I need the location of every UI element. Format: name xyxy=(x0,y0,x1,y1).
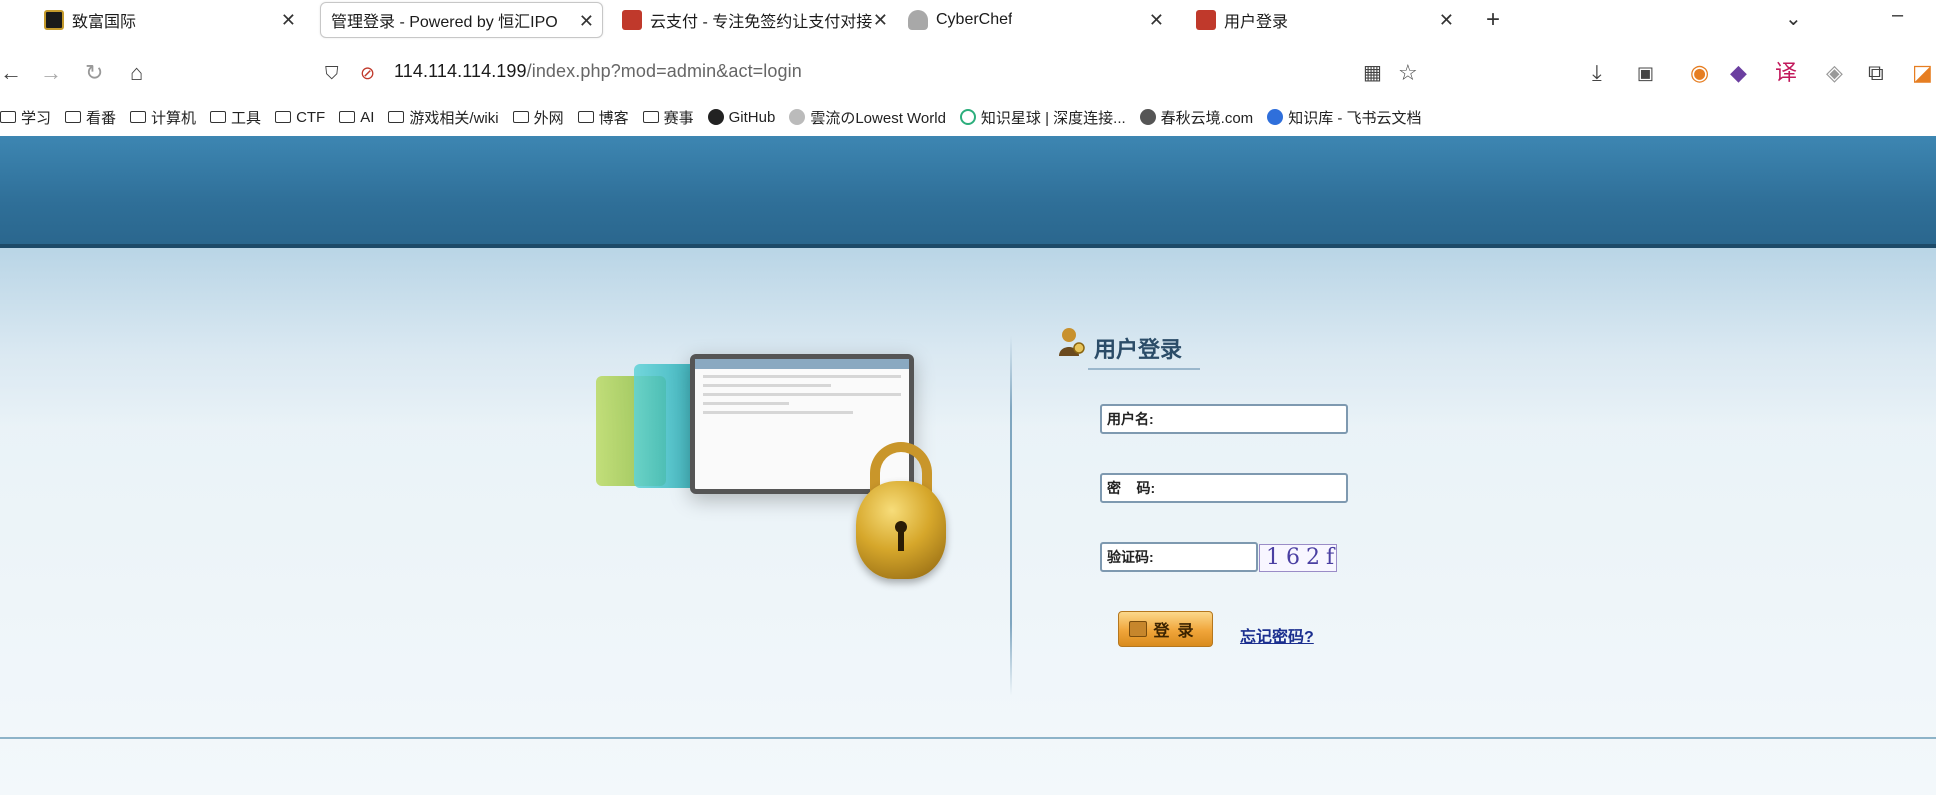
bookmark-anime[interactable]: 看番 xyxy=(65,107,116,128)
bookmarks-bar: 学习 看番 计算机 工具 CTF AI 游戏相关/wiki 外网 博客 赛事 G… xyxy=(0,104,1436,130)
close-icon[interactable]: ✕ xyxy=(281,10,296,31)
folder-icon xyxy=(210,111,227,123)
tab-title: 用户登录 xyxy=(1224,14,1289,31)
folder-icon xyxy=(339,111,356,123)
tab-user-login[interactable]: 用户登录 ✕ xyxy=(1186,2,1462,38)
bookmark-games[interactable]: 游戏相关/wiki xyxy=(388,107,499,128)
username-field[interactable]: 用户名: xyxy=(1100,404,1348,434)
tab-favicon xyxy=(622,10,642,30)
bookmark-foreign[interactable]: 外网 xyxy=(512,107,564,128)
address-bar[interactable]: 114.114.114.199/index.php?mod=admin&act=… xyxy=(394,61,802,82)
navigation-bar: ← → ↻ ⌂ ⛉ ⊘ ▦ ☆ ⤓ ▣ ◉ ◆ 译 ◈ ⧉ ◪ xyxy=(0,52,1936,96)
login-button-label: 登录 xyxy=(1153,623,1202,640)
feishu-icon xyxy=(1267,109,1284,125)
insecure-lock-icon[interactable]: ⊘ xyxy=(360,62,375,84)
url-path: /index.php?mod=admin&act=login xyxy=(526,61,802,81)
password-input[interactable] xyxy=(1155,475,1346,501)
back-icon[interactable]: ← xyxy=(0,62,22,84)
close-icon[interactable]: ✕ xyxy=(579,11,594,32)
tab-title: CyberChef xyxy=(936,11,1013,28)
folder-icon xyxy=(388,111,405,123)
vertical-divider xyxy=(1010,336,1012,696)
url-host: 114.114.114.199 xyxy=(394,61,527,81)
close-icon[interactable]: ✕ xyxy=(873,10,888,31)
bookmark-ctf[interactable]: CTF xyxy=(275,109,325,126)
bookmark-tools[interactable]: 工具 xyxy=(210,107,261,128)
bookmark-star-icon[interactable]: ☆ xyxy=(1398,62,1418,84)
bookmark-ai[interactable]: AI xyxy=(339,109,374,126)
tab-yunpay[interactable]: 云支付 - 专注免签约让支付对接 ✕ xyxy=(612,2,890,38)
new-tab-icon[interactable]: + xyxy=(1486,6,1500,34)
folder-icon xyxy=(512,111,529,123)
bookmark-feishu[interactable]: 知识库 - 飞书云文档 xyxy=(1267,107,1422,128)
tab-favicon xyxy=(908,10,928,30)
captcha-field[interactable]: 验证码: xyxy=(1100,542,1335,572)
login-page: 用户登录 用户名: 密 码: 验证码: 162f 登录 忘记密码? xyxy=(0,136,1936,795)
folder-icon xyxy=(130,111,147,123)
password-label: 密 码: xyxy=(1107,480,1156,496)
bookmark-blog[interactable]: 博客 xyxy=(577,107,629,128)
folder-icon xyxy=(275,111,292,123)
tab-title: 云支付 - 专注免签约让支付对接 xyxy=(650,14,873,31)
background-band xyxy=(0,248,1936,428)
home-icon[interactable]: ⌂ xyxy=(130,62,143,84)
reload-icon[interactable]: ↻ xyxy=(85,62,103,84)
tab-strip: 致富国际 ✕ 管理登录 - Powered by 恒汇IPO ✕ 云支付 - 专… xyxy=(0,0,1936,40)
bookmark-github[interactable]: GitHub xyxy=(707,109,775,126)
shield-icon[interactable]: ⛉ xyxy=(325,62,339,84)
zsxq-icon xyxy=(959,109,976,125)
translate-icon[interactable]: 译 xyxy=(1775,62,1797,84)
chevron-down-icon[interactable]: ⌄ xyxy=(1785,6,1802,31)
bookmark-zsxq[interactable]: 知识星球 | 深度连接... xyxy=(959,107,1126,128)
forgot-password-link[interactable]: 忘记密码? xyxy=(1240,623,1314,647)
folder-icon xyxy=(577,111,594,123)
download-icon[interactable]: ⤓ xyxy=(1592,62,1602,84)
qr-code-icon[interactable]: ▦ xyxy=(1363,62,1382,84)
bookmark-study[interactable]: 学习 xyxy=(0,107,51,128)
title-underline xyxy=(1088,368,1200,370)
header-banner xyxy=(0,136,1936,248)
tab-zhifu[interactable]: 致富国际 ✕ xyxy=(34,2,304,38)
bookmark-chunqiu[interactable]: 春秋云境.com xyxy=(1139,107,1253,128)
extension-icon[interactable]: ◉ xyxy=(1690,62,1709,84)
captcha-label: 验证码: xyxy=(1107,549,1154,565)
bookmark-computer[interactable]: 计算机 xyxy=(130,107,196,128)
extension-icon[interactable]: ▣ xyxy=(1637,62,1654,84)
user-key-icon xyxy=(1059,328,1085,356)
folder-icon xyxy=(0,111,16,123)
extension-icon[interactable]: ◆ xyxy=(1730,62,1747,84)
close-icon[interactable]: ✕ xyxy=(1149,10,1164,31)
username-label: 用户名: xyxy=(1107,411,1154,427)
extension-icon[interactable]: ◈ xyxy=(1826,62,1843,84)
tab-favicon xyxy=(44,10,64,30)
puzzle-icon[interactable]: ⧉ xyxy=(1868,62,1884,84)
login-title: 用户登录 xyxy=(1094,337,1183,362)
footer-divider xyxy=(0,737,1936,739)
bookmark-contests[interactable]: 赛事 xyxy=(642,107,694,128)
site-icon xyxy=(789,109,806,125)
bookmark-lowest-world[interactable]: 雲流のLowest World xyxy=(789,107,946,128)
forward-icon[interactable]: → xyxy=(40,62,62,84)
tab-cyberchef[interactable]: CyberChef ✕ xyxy=(898,2,1172,38)
password-field[interactable]: 密 码: xyxy=(1100,473,1348,503)
captcha-image[interactable]: 162f xyxy=(1259,544,1337,572)
lock-icon xyxy=(1129,621,1148,637)
close-icon[interactable]: ✕ xyxy=(1439,10,1454,31)
minimize-icon[interactable]: – xyxy=(1892,4,1903,27)
site-icon xyxy=(1139,109,1156,125)
folder-icon xyxy=(65,111,82,123)
tab-title: 管理登录 - Powered by 恒汇IPO xyxy=(331,14,558,31)
keyhole-slot xyxy=(898,529,904,551)
tab-admin-login[interactable]: 管理登录 - Powered by 恒汇IPO ✕ xyxy=(320,2,603,38)
tab-title: 致富国际 xyxy=(72,14,137,31)
folder-icon xyxy=(642,111,659,123)
tab-favicon xyxy=(1196,10,1216,30)
username-input[interactable] xyxy=(1153,406,1346,432)
github-icon xyxy=(707,109,724,125)
rss-icon[interactable]: ◪ xyxy=(1912,62,1933,84)
login-button[interactable]: 登录 xyxy=(1118,611,1213,647)
